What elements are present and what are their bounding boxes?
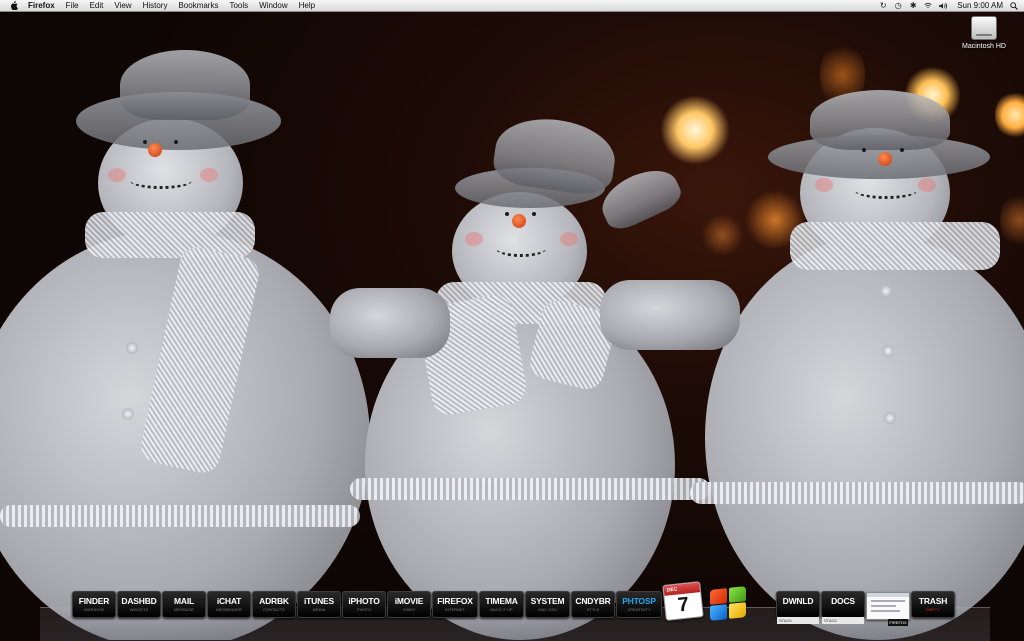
menu-clock[interactable]: Sun 9:00 AM: [957, 1, 1003, 10]
dock-item-trash[interactable]: TRASH EMPTY: [911, 591, 955, 618]
dock-item-imovie[interactable]: iMOVIE VIDEO: [387, 591, 431, 618]
windows-flag-icon-part: [710, 604, 727, 621]
menu-bar: Firefox File Edit View History Bookmarks…: [0, 0, 1024, 12]
menu-view[interactable]: View: [114, 0, 131, 11]
dock-item-time-machine[interactable]: TIMEMA BACK IT UP: [479, 591, 524, 618]
windows-flag-icon-part: [729, 586, 746, 603]
menu-history[interactable]: History: [143, 0, 168, 11]
dock-item-label: TIMEMA: [485, 596, 518, 606]
dock-item-ical[interactable]: DEC 7: [662, 581, 704, 621]
menu-app-firefox[interactable]: Firefox: [28, 0, 55, 11]
dock-item-finder[interactable]: FINDER HARDDISK: [72, 591, 116, 618]
menu-tools[interactable]: Tools: [229, 0, 248, 11]
snowman-arms: [0, 0, 1024, 640]
time-machine-icon[interactable]: ◷: [894, 1, 902, 10]
dock-item-sublabel: HARDDISK: [83, 607, 105, 612]
menu-help[interactable]: Help: [299, 0, 315, 11]
dock-item-sublabel: STYLE: [586, 607, 600, 612]
dock-item-sublabel: MESSAGE: [174, 607, 194, 612]
dock-stack-sublabel: STACK: [822, 617, 864, 624]
dock-item-label: iTUNES: [304, 596, 334, 606]
hard-drive-icon[interactable]: [971, 16, 997, 40]
windows-flag-icon-part: [729, 602, 746, 619]
dock-item-dashboard[interactable]: DASHBD WIDGETS: [117, 591, 161, 618]
dock-item-ichat[interactable]: iCHAT MESSENGER: [207, 591, 251, 618]
dock-item-iphoto[interactable]: iPHOTO PHOTO: [342, 591, 386, 618]
dock-item-label: DOCS: [831, 596, 855, 606]
dock-item-sublabel: VIDEO: [402, 607, 416, 612]
dock-item-label: DWNLD: [782, 596, 814, 606]
dock-item-windows[interactable]: [708, 586, 748, 621]
apple-menu-icon[interactable]: [10, 1, 18, 10]
menu-bookmarks[interactable]: Bookmarks: [178, 0, 218, 11]
dock-item-photoshop[interactable]: PHTOSP CREATIVITY: [616, 591, 662, 618]
dock-item-label: iCHAT: [216, 596, 242, 606]
wifi-icon[interactable]: [924, 2, 932, 10]
dock-item-sublabel: EMPTY: [926, 607, 940, 612]
dock-item-sublabel: PHOTO: [356, 607, 372, 612]
dock-item-itunes[interactable]: iTUNES MEDIA: [297, 591, 341, 618]
window-thumbnail-line: [871, 610, 901, 612]
menu-edit[interactable]: Edit: [90, 0, 104, 11]
dock-item-label: FINDER: [78, 596, 110, 606]
drive-label: Macintosh HD: [962, 43, 1006, 50]
dock-item-sublabel: CONTACTS: [263, 607, 285, 612]
dock-stack-sublabel: STACK: [777, 617, 819, 624]
dock-stack-documents[interactable]: DOCS STACK: [821, 591, 865, 624]
dock-item-label: TRASH: [918, 596, 948, 606]
dock-item-sublabel: CREATIVITY: [627, 607, 651, 612]
menu-extras: ↻ ◷ ✱ Sun 9:00 AM: [879, 0, 1018, 11]
menu-file[interactable]: File: [66, 0, 79, 11]
dock-item-label: iPHOTO: [348, 596, 380, 606]
spotlight-search-icon[interactable]: [1010, 1, 1018, 10]
volume-icon[interactable]: [939, 2, 948, 10]
dock-item-firefox[interactable]: FIREFOX INTERNET: [432, 591, 478, 618]
sync-icon[interactable]: ↻: [879, 1, 887, 10]
minimized-window-tag: FIREFOX: [888, 619, 908, 626]
dock-item-sublabel: INTERNET: [445, 607, 465, 612]
dock-minimized-firefox-window[interactable]: FIREFOX: [866, 592, 910, 626]
dock-item-label: iMOVIE: [394, 596, 424, 606]
dock-item-mail[interactable]: MAIL MESSAGE: [162, 591, 206, 618]
dock-item-system-preferences[interactable]: SYSTEM MAC OSX: [525, 591, 570, 618]
bluetooth-icon[interactable]: ✱: [909, 1, 917, 10]
dock-item-sublabel: MESSENGER: [216, 607, 242, 612]
dock-item-label: CNDYBR: [575, 596, 611, 606]
dock-stack-downloads[interactable]: DWNLD STACK: [776, 591, 820, 624]
dock-item-label: MAIL: [174, 596, 194, 606]
menu-window[interactable]: Window: [259, 0, 287, 11]
dock-item-address-book[interactable]: ADRBK CONTACTS: [252, 591, 296, 618]
window-thumbnail-line: [871, 600, 905, 602]
dock-item-candybar[interactable]: CNDYBR STYLE: [571, 591, 615, 618]
dock-item-label: SYSTEM: [530, 596, 565, 606]
dock-item-label: ADRBK: [259, 596, 289, 606]
desktop-wallpaper: [0, 0, 1024, 640]
dock-item-sublabel: MEDIA: [312, 607, 326, 612]
dock-item-label: DASHBD: [121, 596, 157, 606]
window-thumbnail-toolbar: [867, 593, 909, 597]
calendar-day: 7: [676, 593, 691, 617]
dock-item-sublabel: MAC OSX: [538, 607, 557, 612]
dock-item-sublabel: WIDGETS: [129, 607, 149, 612]
windows-flag-icon: [710, 588, 727, 605]
dock-item-sublabel: BACK IT UP: [490, 607, 513, 612]
desktop-drive[interactable]: Macintosh HD: [956, 16, 1012, 50]
window-thumbnail-line: [871, 605, 897, 607]
dock-item-label: PHTOSP: [622, 596, 656, 606]
dock-item-label: FIREFOX: [437, 596, 473, 606]
